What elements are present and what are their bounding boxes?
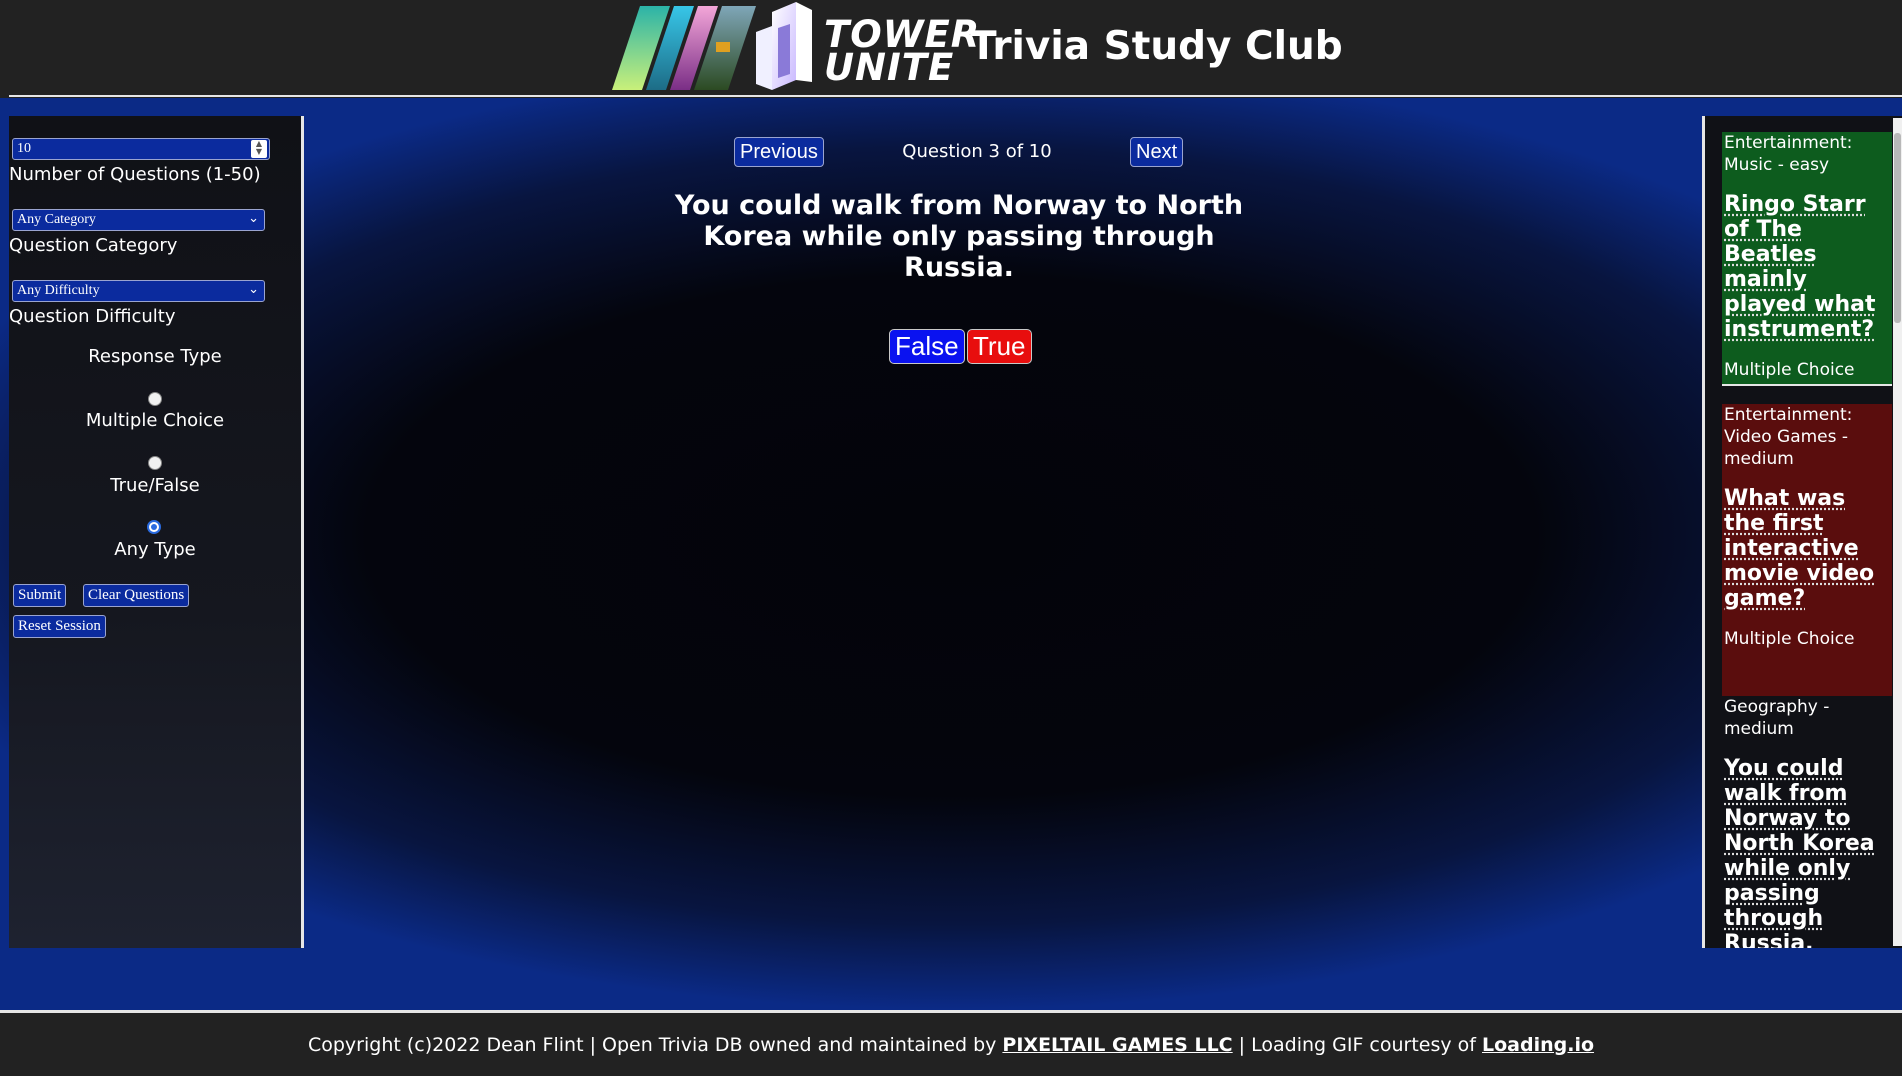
radio-multiple-choice-label: Multiple Choice: [85, 410, 225, 431]
submit-button[interactable]: Submit: [13, 584, 67, 607]
response-type-heading: Response Type: [88, 346, 222, 367]
question-history-panel[interactable]: Entertainment: Music - easy Ringo Starr …: [1705, 116, 1902, 948]
history-scrollbar-thumb[interactable]: [1894, 133, 1901, 323]
chevron-down-icon: ⌄: [248, 282, 259, 297]
footer-text-copyright: Copyright (c)2022 Dean Flint | Open Triv…: [307, 1033, 1003, 1056]
number-of-questions-label: Number of Questions (1-50): [9, 164, 261, 185]
history-card-meta: Geography - medium: [1724, 697, 1830, 739]
category-selected-value: Any Category: [17, 212, 96, 227]
radio-true-false[interactable]: [148, 456, 162, 470]
difficulty-selected-value: Any Difficulty: [17, 283, 100, 298]
number-of-questions-input[interactable]: 10 ▲ ▼: [12, 138, 270, 160]
footer-text-loading: | Loading GIF courtesy of: [1232, 1033, 1483, 1056]
clear-questions-button[interactable]: Clear Questions: [83, 584, 190, 607]
history-card-type: Multiple Choice: [1724, 360, 1855, 380]
history-card-question[interactable]: What was the first interactive movie vid…: [1724, 486, 1892, 611]
difficulty-select[interactable]: Any Difficulty ⌄: [12, 280, 265, 302]
site-header: TOWER UNITE Trivia Study Club: [0, 0, 1902, 98]
category-label: Question Category: [9, 235, 178, 256]
number-of-questions-value: 10: [17, 141, 31, 156]
radio-any-type[interactable]: [147, 520, 161, 534]
previous-button[interactable]: Previous: [734, 137, 824, 167]
question-text: You could walk from Norway to North Kore…: [674, 190, 1244, 283]
radio-true-false-label: True/False: [110, 475, 200, 496]
history-card-question[interactable]: You could walk from Norway to North Kore…: [1724, 756, 1892, 948]
footer-link-loading-io[interactable]: Loading.io: [1482, 1034, 1594, 1056]
history-card[interactable]: Geography - medium You could walk from N…: [1722, 696, 1892, 948]
history-card-meta: Entertainment: Video Games - medium: [1724, 405, 1853, 469]
reset-session-button[interactable]: Reset Session: [13, 615, 106, 638]
tower-unite-wordmark: TOWER UNITE: [824, 16, 979, 89]
history-card[interactable]: Entertainment: Music - easy Ringo Starr …: [1722, 132, 1892, 386]
category-select[interactable]: Any Category ⌄: [12, 209, 265, 231]
history-card[interactable]: Entertainment: Video Games - medium What…: [1722, 404, 1892, 698]
wordmark-line-2: UNITE: [824, 46, 955, 89]
history-card-question[interactable]: Ringo Starr of The Beatles mainly played…: [1724, 192, 1892, 342]
answer-true-button[interactable]: True: [967, 329, 1032, 364]
sidebar-divider: [301, 116, 304, 948]
radio-any-type-label: Any Type: [114, 539, 196, 560]
radio-multiple-choice[interactable]: [148, 392, 162, 406]
header-divider: [9, 95, 1902, 97]
site-title: Trivia Study Club: [970, 24, 1343, 69]
question-counter: Question 3 of 10: [902, 141, 1052, 162]
tower-unite-art-logo: [612, 6, 756, 90]
history-card-meta: Entertainment: Music - easy: [1724, 133, 1853, 175]
answer-false-button[interactable]: False: [889, 329, 965, 364]
tower-icon: [756, 2, 812, 90]
history-card-type: Multiple Choice: [1724, 629, 1855, 649]
site-footer: Copyright (c)2022 Dean Flint | Open Triv…: [0, 1013, 1902, 1076]
history-card-divider: [1722, 384, 1892, 386]
spinner-arrows-icon[interactable]: ▲ ▼: [251, 140, 267, 158]
next-button[interactable]: Next: [1130, 137, 1184, 167]
chevron-down-icon: ⌄: [248, 211, 259, 226]
difficulty-label: Question Difficulty: [9, 306, 176, 327]
footer-link-pixeltail[interactable]: PIXELTAIL GAMES LLC: [1002, 1034, 1232, 1056]
